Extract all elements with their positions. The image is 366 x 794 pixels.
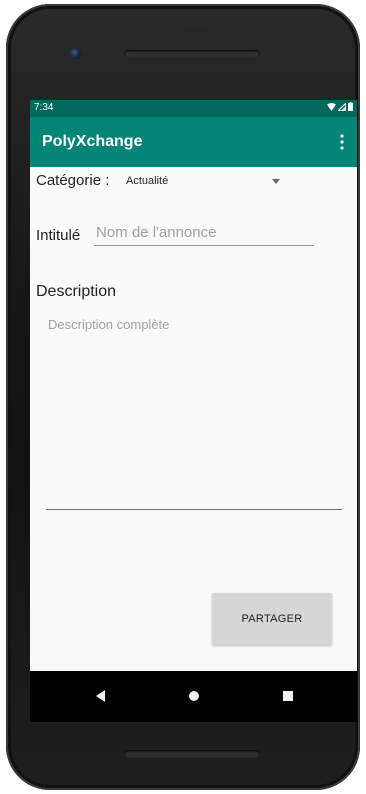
- share-button[interactable]: PARTAGER: [212, 593, 332, 645]
- bottom-speaker: [124, 750, 260, 758]
- proximity-sensor: [182, 28, 206, 32]
- status-bar: 7:34: [30, 100, 357, 117]
- home-icon[interactable]: [189, 691, 199, 701]
- navigation-bar: [30, 671, 357, 722]
- title-input[interactable]: [94, 219, 314, 246]
- post-form: Catégorie : Actualité Intitulé Descripti…: [30, 167, 357, 671]
- app-bar: PolyXchange: [30, 117, 357, 167]
- dropdown-arrow-icon: [272, 179, 280, 184]
- category-dropdown[interactable]: Actualité: [124, 170, 290, 192]
- battery-icon: [348, 102, 353, 111]
- category-label: Catégorie :: [36, 172, 110, 189]
- front-camera: [70, 48, 81, 59]
- overflow-menu-icon[interactable]: [337, 132, 347, 152]
- status-icons: [327, 102, 353, 111]
- recents-icon[interactable]: [283, 691, 293, 701]
- app-title: PolyXchange: [42, 133, 143, 150]
- phone-frame: 7:34 PolyXchange Catégorie: Actualité I…: [6, 4, 360, 790]
- back-icon[interactable]: [96, 690, 105, 702]
- screen: 7:34 PolyXchange Catégorie: Actualité I…: [30, 100, 357, 722]
- description-input[interactable]: [46, 315, 342, 510]
- category-selected-value: Actualité: [126, 175, 169, 187]
- title-label: Intitulé: [36, 227, 81, 244]
- wifi-icon: [327, 102, 336, 111]
- signal-icon: [338, 102, 346, 111]
- description-label: Description: [36, 283, 117, 300]
- status-time: 7:34: [34, 102, 54, 113]
- earpiece-speaker: [124, 50, 260, 58]
